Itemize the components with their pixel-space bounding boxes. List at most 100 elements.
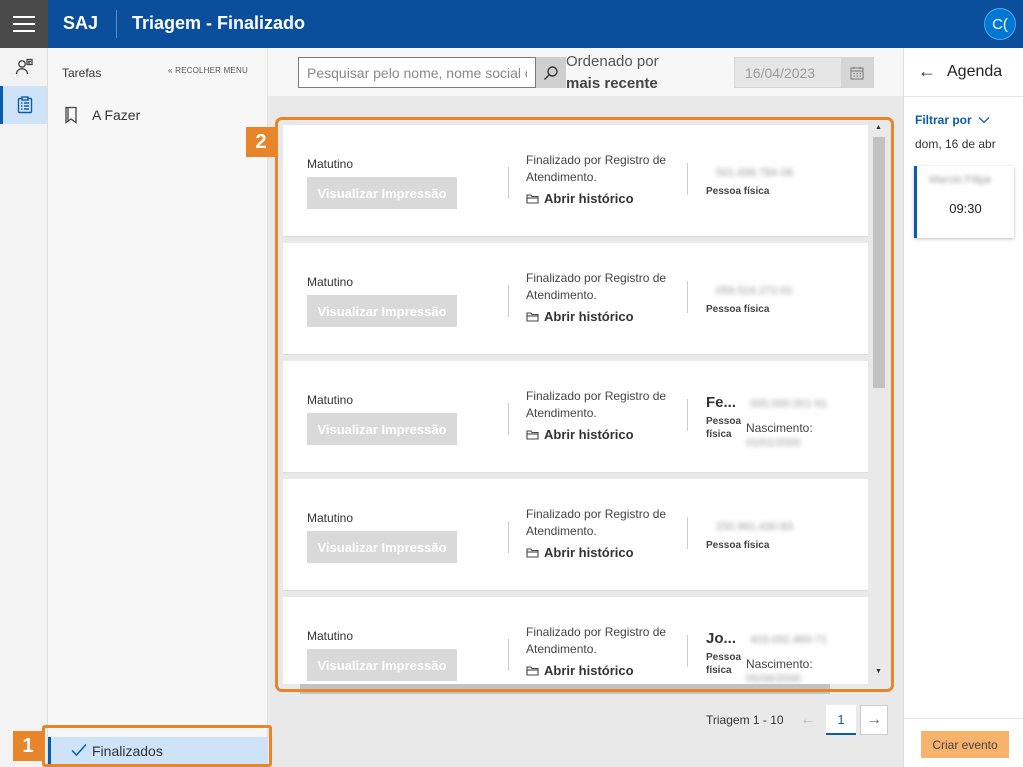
card-shift: Matutino (307, 157, 354, 171)
agenda-panel: ← Agenda Filtrar por dom, 16 de abr Marc… (903, 48, 1023, 767)
card-divider (508, 167, 509, 199)
birth-label: Nascimento: (746, 421, 813, 435)
open-history-label: Abrir histórico (544, 309, 634, 324)
search-input[interactable] (298, 57, 536, 88)
menu-item-finalized[interactable]: Finalizados (48, 737, 268, 765)
agenda-title: Agenda (947, 63, 1003, 80)
document-number: 501.698.784-06 (716, 167, 794, 179)
event-time: 09:30 (949, 201, 982, 216)
open-history-label: Abrir histórico (544, 427, 634, 442)
hamburger-menu-icon[interactable] (0, 0, 48, 48)
open-history-link[interactable]: Abrir histórico (526, 427, 634, 442)
document-number: 403.092.469-71 (750, 634, 828, 646)
search-icon (544, 65, 558, 80)
collapse-menu-label: RECOLHER MENU (175, 66, 248, 75)
card-status: Finalizado por Registro de Atendimento. (526, 389, 667, 420)
search-button[interactable] (536, 57, 566, 88)
view-print-button[interactable]: Visualizar Impressão (307, 413, 457, 445)
collapse-menu-button[interactable]: « RECOLHER MENU (168, 66, 248, 75)
card-divider (508, 285, 509, 317)
open-history-link[interactable]: Abrir histórico (526, 663, 634, 678)
birth-label: Nascimento: (746, 657, 813, 671)
scrollbar-thumb[interactable] (873, 137, 885, 388)
card-divider (508, 639, 509, 671)
card-status: Finalizado por Registro de Atendimento. (526, 507, 667, 538)
bookmark-icon (64, 106, 78, 127)
card-divider (687, 281, 688, 313)
app-name[interactable]: SAJ (63, 13, 98, 34)
page-title: Triagem - Finalizado (132, 13, 306, 33)
create-event-button[interactable]: Criar evento (921, 731, 1009, 758)
triage-card: Matutino Visualizar Impressão Finalizado… (283, 125, 868, 237)
check-icon (71, 743, 87, 760)
view-print-button[interactable]: Visualizar Impressão (307, 177, 457, 209)
page-number-button[interactable]: 1 (826, 705, 856, 735)
agenda-event[interactable]: Marcio Filipe 09:30 (914, 166, 1014, 238)
previous-page-arrow-icon[interactable]: ← (794, 705, 822, 735)
patient-name: Fe... (706, 394, 737, 411)
menu-header: Tarefas (62, 66, 102, 80)
card-shift: Matutino (307, 629, 354, 643)
open-history-link[interactable]: Abrir histórico (526, 309, 634, 324)
document-number: 059.524.272-01 (716, 285, 794, 297)
folder-icon (526, 312, 539, 322)
calendar-icon[interactable] (841, 58, 873, 87)
card-divider (508, 521, 509, 553)
chevron-down-icon (978, 117, 990, 124)
triage-list: Matutino Visualizar Impressão Finalizado… (280, 122, 874, 684)
icon-rail (0, 48, 48, 767)
divider (904, 718, 1023, 719)
date-value: 16/04/2023 (745, 65, 816, 81)
card-divider (687, 517, 688, 549)
document-number: 000.000.001-91 (750, 398, 828, 410)
double-chevron-left-icon: « (168, 66, 173, 75)
scroll-down-icon[interactable]: ▼ (875, 668, 882, 675)
rail-clipboard-icon[interactable] (0, 86, 47, 124)
back-arrow-icon[interactable]: ← (918, 61, 936, 82)
view-print-button[interactable]: Visualizar Impressão (307, 531, 457, 563)
vertical-scrollbar[interactable]: ▲ ▼ (872, 122, 886, 682)
scroll-up-icon[interactable]: ▲ (875, 124, 882, 131)
date-field[interactable]: 16/04/2023 (734, 57, 874, 88)
open-history-label: Abrir histórico (544, 191, 634, 206)
folder-icon (526, 430, 539, 440)
triage-card: Matutino Visualizar Impressão Finalizado… (283, 243, 868, 355)
open-history-label: Abrir histórico (544, 663, 634, 678)
card-shift: Matutino (307, 511, 354, 525)
topbar-divider (116, 10, 117, 38)
card-divider (687, 635, 688, 667)
card-divider (508, 403, 509, 435)
birth-date: Nascimento: 05/06/2000 (746, 657, 868, 684)
menu-item-todo[interactable]: A Fazer (48, 100, 268, 130)
menu-item-label: Finalizados (92, 743, 163, 759)
filter-bar: Ordenado por mais recente 16/04/2023 (268, 48, 903, 96)
order-value[interactable]: mais recente (566, 75, 658, 92)
filter-dropdown[interactable]: Filtrar por (915, 113, 990, 127)
open-history-link[interactable]: Abrir histórico (526, 191, 634, 206)
folder-icon (526, 666, 539, 676)
folder-icon (526, 548, 539, 558)
person-type: Pessoa física (706, 652, 742, 676)
pagination-summary: Triagem 1 - 10 (706, 713, 784, 727)
person-type: Pessoa física (706, 186, 770, 197)
user-avatar[interactable]: C( (984, 8, 1016, 40)
open-history-label: Abrir histórico (544, 545, 634, 560)
horizontal-scrollbar[interactable] (283, 684, 869, 696)
birth-value: 05/06/2000 (746, 673, 802, 684)
folder-icon (526, 194, 539, 204)
rail-patient-icon[interactable] (0, 48, 47, 86)
open-history-link[interactable]: Abrir histórico (526, 545, 634, 560)
document-number: 250.991.430-83 (716, 521, 794, 533)
triage-card: Matutino Visualizar Impressão Finalizado… (283, 361, 868, 473)
step-badge-2: 2 (246, 127, 276, 157)
next-page-arrow-icon[interactable]: → (860, 705, 888, 735)
view-print-button[interactable]: Visualizar Impressão (307, 649, 457, 681)
side-menu: Tarefas « RECOLHER MENU A Fazer Finaliza… (48, 48, 268, 767)
menu-item-label: A Fazer (92, 107, 141, 123)
top-bar: SAJ Triagem - Finalizado C( (0, 0, 1023, 48)
scrollbar-thumb[interactable] (300, 684, 830, 694)
person-type: Pessoa física (706, 416, 742, 440)
card-status: Finalizado por Registro de Atendimento. (526, 153, 667, 184)
view-print-button[interactable]: Visualizar Impressão (307, 295, 457, 327)
card-status: Finalizado por Registro de Atendimento. (526, 625, 667, 656)
